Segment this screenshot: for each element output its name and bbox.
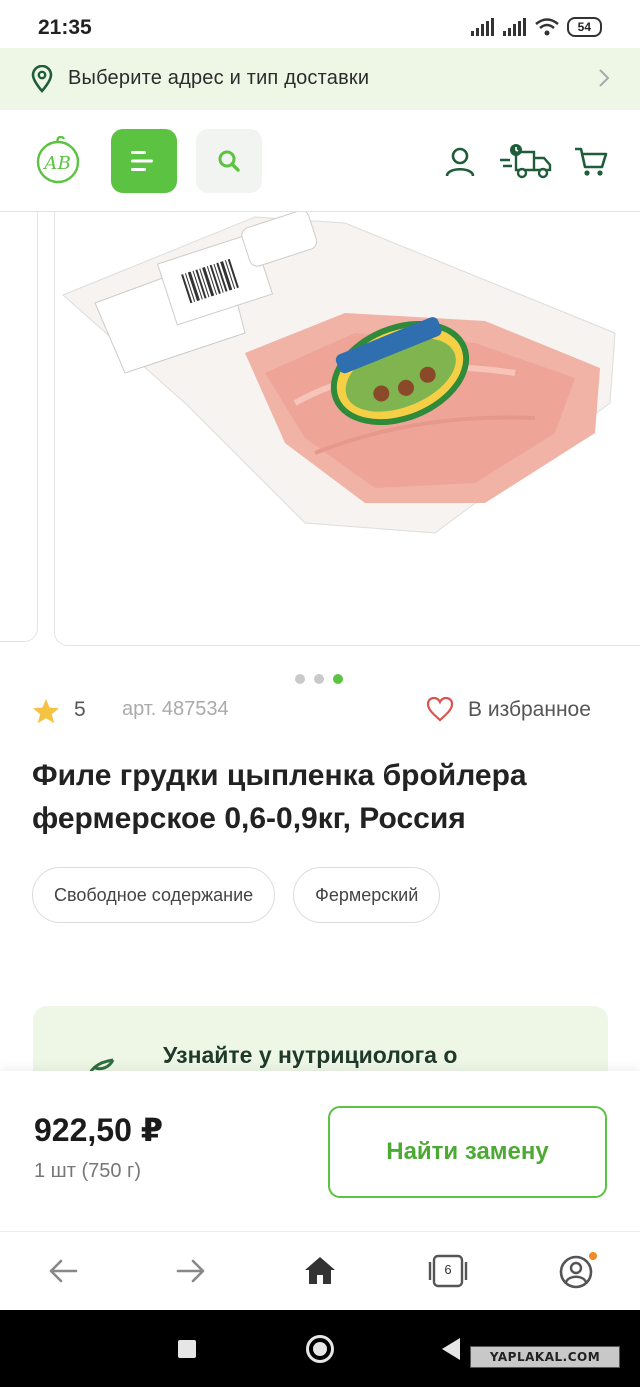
- gallery-card-previous[interactable]: [0, 212, 38, 642]
- tag-free-range[interactable]: Свободное содержание: [32, 867, 276, 923]
- logo[interactable]: АВ: [30, 136, 86, 184]
- forward-arrow-icon[interactable]: [176, 1254, 206, 1288]
- tag-farm[interactable]: Фермерский: [293, 867, 441, 923]
- quantity-info: 1 шт (750 г): [34, 1160, 141, 1182]
- cart-icon[interactable]: [574, 146, 608, 178]
- system-navigation: YAPLAKAL.COM: [0, 1310, 640, 1387]
- delivery-truck-icon[interactable]: [498, 144, 554, 180]
- product-title: Филе грудки цыпленка бройлера фермерское…: [32, 759, 527, 835]
- user-icon[interactable]: [444, 146, 476, 178]
- recent-apps-icon[interactable]: [178, 1340, 196, 1358]
- location-pin-icon: [31, 65, 53, 93]
- status-bar: 21:35 54: [0, 0, 640, 48]
- tabs-count: 6: [444, 1262, 452, 1277]
- gallery-dot[interactable]: [314, 674, 324, 684]
- add-to-favorites[interactable]: В избранное: [468, 698, 591, 722]
- rating-value: 5: [74, 698, 86, 721]
- wifi-icon: [534, 18, 559, 36]
- price: 922,50 ₽: [34, 1112, 164, 1148]
- signal-icon: [470, 18, 494, 36]
- product-meta: 5 арт. 487534 В избранное: [32, 694, 612, 728]
- signal-icon: [502, 18, 526, 36]
- browser-navigation: 6: [0, 1231, 640, 1310]
- product-image: [62, 212, 616, 534]
- system-home-icon[interactable]: [306, 1335, 334, 1363]
- product-gallery[interactable]: [0, 212, 640, 662]
- gallery-dot-active[interactable]: [333, 674, 343, 684]
- gallery-card-current[interactable]: [54, 212, 640, 646]
- home-icon[interactable]: [303, 1254, 337, 1288]
- back-arrow-icon[interactable]: [48, 1254, 78, 1288]
- delivery-address-bar[interactable]: Выберите адрес и тип доставки: [0, 48, 640, 110]
- status-time: 21:35: [38, 16, 92, 39]
- logo-text: АВ: [42, 153, 71, 174]
- star-icon: [33, 699, 59, 724]
- nutritionist-text: Узнайте у нутрициолога о: [163, 1042, 458, 1068]
- gallery-pagination: [295, 674, 343, 684]
- tabs-button[interactable]: 6: [428, 1254, 468, 1288]
- heart-icon[interactable]: [426, 696, 454, 722]
- menu-button[interactable]: [111, 129, 177, 193]
- status-icons: 54: [470, 17, 602, 37]
- site-header: АВ: [0, 110, 640, 212]
- battery-icon: 54: [566, 17, 602, 37]
- product-tags: Свободное содержание Фермерский: [32, 867, 441, 923]
- search-button[interactable]: [196, 129, 262, 193]
- article-number: арт. 487534: [122, 698, 229, 720]
- purchase-panel: 922,50 ₽ 1 шт (750 г) Найти замену: [0, 1071, 640, 1231]
- watermark: YAPLAKAL.COM: [470, 1346, 620, 1368]
- system-back-icon[interactable]: [442, 1338, 460, 1360]
- profile-icon[interactable]: [558, 1252, 598, 1290]
- search-icon: [218, 150, 240, 172]
- gallery-dot[interactable]: [295, 674, 305, 684]
- menu-icon: [131, 151, 153, 171]
- delivery-address-text: Выберите адрес и тип доставки: [68, 67, 370, 89]
- chevron-right-icon: [599, 69, 610, 87]
- find-replacement-button[interactable]: Найти замену: [328, 1106, 607, 1198]
